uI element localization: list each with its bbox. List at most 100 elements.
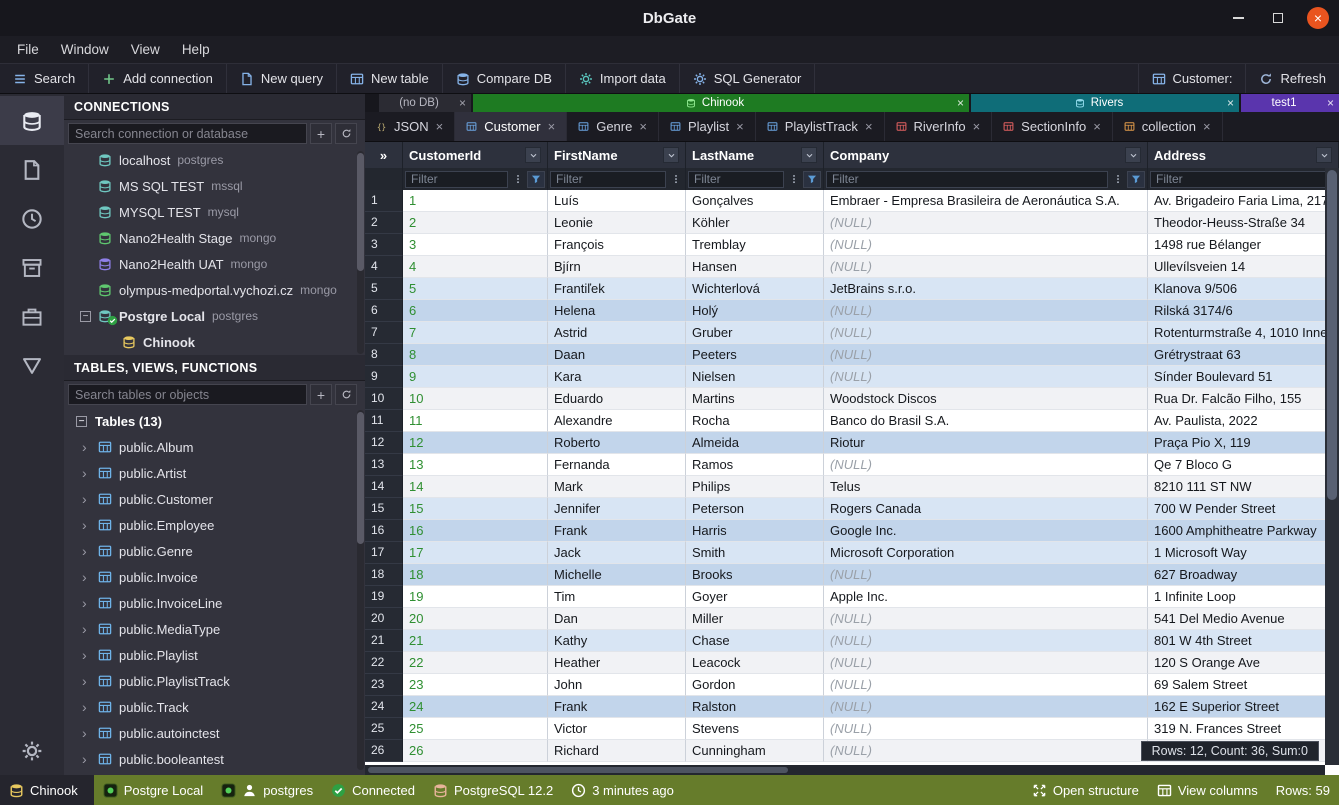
connection-item-olympus-medportal-vychozi-cz[interactable]: olympus-medportal.vychozi.czmongo (64, 277, 365, 303)
cell-firstname[interactable]: Helena (548, 300, 686, 322)
cell-firstname[interactable]: Mark (548, 476, 686, 498)
cell-address[interactable]: Av. Paulista, 2022 (1148, 410, 1339, 432)
cell-address[interactable]: 8210 111 ST NW (1148, 476, 1339, 498)
cell-company[interactable]: Embraer - Empresa Brasileira de Aeronáut… (824, 190, 1148, 212)
collapse-icon[interactable]: − (76, 416, 87, 427)
cell-customerid[interactable]: 13 (403, 454, 548, 476)
cell-firstname[interactable]: Tim (548, 586, 686, 608)
status-item-rows-59[interactable]: Rows: 59 (1267, 775, 1339, 805)
cell-address[interactable]: 1498 rue Bélanger (1148, 234, 1339, 256)
status-item-postgre-local[interactable]: Postgre Local (94, 775, 213, 805)
toolbar-button-refresh[interactable]: Refresh (1245, 64, 1339, 93)
table-item-public-playlisttrack[interactable]: ›public.PlaylistTrack (64, 668, 365, 694)
cell-lastname[interactable]: Stevens (686, 718, 824, 740)
sidebar-button-databases[interactable] (0, 96, 64, 145)
filter-input-address[interactable] (1150, 171, 1336, 188)
cell-company[interactable]: (NULL) (824, 234, 1148, 256)
row-number[interactable]: 17 (365, 542, 403, 564)
sidebar-button-settings[interactable] (0, 726, 64, 775)
close-icon[interactable]: × (639, 119, 647, 134)
cell-firstname[interactable]: Roberto (548, 432, 686, 454)
tab-customer[interactable]: Customer× (455, 112, 567, 141)
cell-lastname[interactable]: Peeters (686, 344, 824, 366)
cell-firstname[interactable]: Luís (548, 190, 686, 212)
status-item-3-minutes-ago[interactable]: 3 minutes ago (562, 775, 683, 805)
row-number[interactable]: 23 (365, 674, 403, 696)
cell-company[interactable]: (NULL) (824, 564, 1148, 586)
cell-lastname[interactable]: Gonçalves (686, 190, 824, 212)
menu-view[interactable]: View (120, 36, 171, 63)
cell-customerid[interactable]: 2 (403, 212, 548, 234)
cell-firstname[interactable]: Dan (548, 608, 686, 630)
column-header-customerid[interactable]: CustomerId (403, 142, 548, 168)
cell-customerid[interactable]: 26 (403, 740, 548, 762)
table-item-public-track[interactable]: ›public.Track (64, 694, 365, 720)
scrollbar-thumb[interactable] (357, 412, 364, 544)
toolbar-button-search[interactable]: Search (0, 64, 89, 93)
cell-firstname[interactable]: Eduardo (548, 388, 686, 410)
cell-customerid[interactable]: 16 (403, 520, 548, 542)
column-menu-button[interactable] (668, 171, 683, 188)
cell-address[interactable]: 1 Microsoft Way (1148, 542, 1339, 564)
cell-address[interactable]: Ullevílsveien 14 (1148, 256, 1339, 278)
toolbar-button-compare-db[interactable]: Compare DB (443, 64, 566, 93)
cell-lastname[interactable]: Gruber (686, 322, 824, 344)
cell-company[interactable]: (NULL) (824, 366, 1148, 388)
row-number[interactable]: 12 (365, 432, 403, 454)
connections-scrollbar[interactable] (357, 151, 364, 354)
cell-lastname[interactable]: Ramos (686, 454, 824, 476)
table-item-public-autoinctest[interactable]: ›public.autoinctest (64, 720, 365, 746)
connection-item-mysql-test[interactable]: MYSQL TESTmysql (64, 199, 365, 225)
cell-firstname[interactable]: Jennifer (548, 498, 686, 520)
cell-address[interactable]: 541 Del Medio Avenue (1148, 608, 1339, 630)
scrollbar-thumb[interactable] (368, 767, 788, 773)
cell-firstname[interactable]: Frantiľek (548, 278, 686, 300)
tables-group-row[interactable]: − Tables (13) (64, 408, 365, 434)
cell-firstname[interactable]: Bjírn (548, 256, 686, 278)
cell-lastname[interactable]: Harris (686, 520, 824, 542)
cell-address[interactable]: Sínder Boulevard 51 (1148, 366, 1339, 388)
cell-lastname[interactable]: Brooks (686, 564, 824, 586)
cell-lastname[interactable]: Gordon (686, 674, 824, 696)
toolbar-button-sql-generator[interactable]: SQL Generator (680, 64, 816, 93)
sidebar-button-filters[interactable] (0, 341, 64, 390)
row-number[interactable]: 3 (365, 234, 403, 256)
cell-lastname[interactable]: Smith (686, 542, 824, 564)
row-number[interactable]: 15 (365, 498, 403, 520)
tab-genre[interactable]: Genre× (567, 112, 659, 141)
cell-lastname[interactable]: Almeida (686, 432, 824, 454)
cell-company[interactable]: Google Inc. (824, 520, 1148, 542)
connection-item-localhost[interactable]: localhostpostgres (64, 147, 365, 173)
scrollbar-thumb[interactable] (357, 153, 364, 271)
sidebar-button-apps[interactable] (0, 292, 64, 341)
minimize-button[interactable] (1227, 7, 1249, 29)
close-icon[interactable]: × (1203, 119, 1211, 134)
cell-address[interactable]: 69 Salem Street (1148, 674, 1339, 696)
status-item-postgres[interactable]: postgres (212, 775, 322, 805)
table-item-public-customer[interactable]: ›public.Customer (64, 486, 365, 512)
close-icon[interactable]: × (1327, 96, 1334, 110)
tab-group-chinook[interactable]: Chinook× (473, 94, 969, 112)
row-number[interactable]: 8 (365, 344, 403, 366)
cell-address[interactable]: 801 W 4th Street (1148, 630, 1339, 652)
cell-lastname[interactable]: Tremblay (686, 234, 824, 256)
status-item-postgresql-12-2[interactable]: PostgreSQL 12.2 (424, 775, 562, 805)
row-number[interactable]: 9 (365, 366, 403, 388)
cell-customerid[interactable]: 10 (403, 388, 548, 410)
cell-company[interactable]: Banco do Brasil S.A. (824, 410, 1148, 432)
cell-company[interactable]: (NULL) (824, 256, 1148, 278)
cell-company[interactable]: Telus (824, 476, 1148, 498)
cell-address[interactable]: 162 E Superior Street (1148, 696, 1339, 718)
filter-input-lastname[interactable] (688, 171, 784, 188)
status-item-connected[interactable]: Connected (322, 775, 424, 805)
tab-playlisttrack[interactable]: PlaylistTrack× (756, 112, 885, 141)
collapse-icon[interactable]: − (80, 311, 91, 322)
status-item-view-columns[interactable]: View columns (1148, 775, 1267, 805)
table-item-public-album[interactable]: ›public.Album (64, 434, 365, 460)
cell-firstname[interactable]: Michelle (548, 564, 686, 586)
cell-customerid[interactable]: 8 (403, 344, 548, 366)
row-number[interactable]: 16 (365, 520, 403, 542)
cell-customerid[interactable]: 6 (403, 300, 548, 322)
table-item-public-artist[interactable]: ›public.Artist (64, 460, 365, 486)
row-number[interactable]: 13 (365, 454, 403, 476)
